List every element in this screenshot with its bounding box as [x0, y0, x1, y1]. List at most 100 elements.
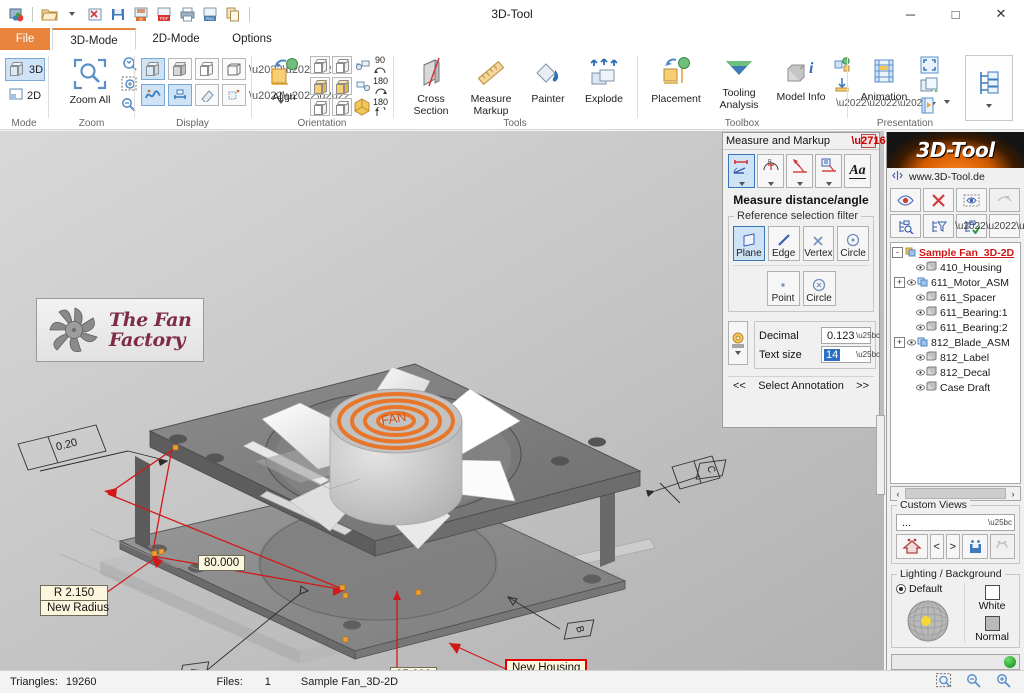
filter-circle-2-button[interactable]: Circle	[802, 271, 836, 306]
custom-views-combo[interactable]: ... \u25bc	[896, 514, 1015, 531]
scroll-right-icon[interactable]: ›	[1006, 489, 1020, 499]
view-top-button[interactable]	[310, 98, 330, 116]
tree-row-611-spacer[interactable]: 611_Spacer	[892, 290, 1019, 305]
camera-front-button[interactable]	[355, 58, 371, 75]
tree-filter-button[interactable]	[923, 214, 954, 238]
save-view-button[interactable]	[961, 534, 989, 559]
align-button[interactable]: Align	[260, 57, 308, 104]
snapshot-button[interactable]	[920, 77, 939, 97]
section-display-button[interactable]	[222, 84, 246, 106]
smooth-edges-button[interactable]	[141, 84, 165, 106]
prev-annotation-button[interactable]: <<	[733, 380, 746, 392]
tree-row-611-motor-asm[interactable]: + 611_Motor_ASM	[892, 275, 1019, 290]
tree-expander-root[interactable]: -	[892, 247, 903, 258]
view-isometric-button[interactable]	[353, 98, 371, 119]
visibility-dot-icon-8[interactable]	[916, 368, 925, 377]
home-view-button[interactable]	[896, 534, 928, 559]
video-button[interactable]	[920, 97, 935, 117]
model-structure-tree[interactable]: - Sample Fan_3D-2D 410_Housing + 611_Mot…	[890, 242, 1021, 484]
app-icon[interactable]	[6, 4, 26, 24]
filter-point-button[interactable]: Point	[766, 271, 800, 306]
display-shaded-button[interactable]	[141, 58, 165, 80]
annotation-settings-button[interactable]	[728, 321, 748, 365]
filter-vertex-button[interactable]: Vertex	[802, 226, 835, 261]
print-icon[interactable]	[177, 4, 197, 24]
measure-radius-button[interactable]: R	[757, 154, 784, 188]
collapse-sidebar-icon[interactable]	[892, 170, 903, 184]
tree-row-root[interactable]: - Sample Fan_3D-2D	[892, 245, 1019, 260]
textsize-combo[interactable]: 14 \u25bc	[821, 346, 880, 363]
show-hide-button[interactable]	[890, 188, 921, 212]
structure-tree-toggle-button[interactable]	[965, 55, 1013, 121]
white-background-option[interactable]: White	[979, 585, 1005, 612]
export-png-icon[interactable]: PNG	[200, 4, 220, 24]
normal-background-option[interactable]: Normal	[975, 616, 1009, 643]
display-wireframe-button[interactable]	[222, 58, 246, 80]
visibility-dot-icon-9[interactable]	[916, 383, 925, 392]
tree-row-case-draft[interactable]: Case Draft	[892, 380, 1019, 395]
view-front-button[interactable]	[310, 56, 330, 74]
transparency-button[interactable]	[195, 84, 219, 106]
zoom-in-icon[interactable]	[996, 673, 1012, 691]
view-back-button[interactable]	[332, 56, 352, 74]
tab-2d-mode[interactable]: 2D-Mode	[136, 28, 216, 50]
mode-3d-button[interactable]: 3D	[5, 58, 45, 81]
explode-button[interactable]: Explode	[576, 57, 632, 106]
decimal-combo[interactable]: 0.123 \u25bc	[821, 327, 880, 344]
note-dropdown-icon[interactable]	[825, 182, 832, 186]
scroll-left-icon[interactable]: ‹	[891, 489, 905, 499]
tree-row-812-blade-asm[interactable]: + 812_Blade_ASM	[892, 335, 1019, 350]
note-markup-button[interactable]	[815, 154, 842, 188]
visibility-dot-icon-3[interactable]	[916, 293, 925, 302]
mode-2d-button[interactable]: 2D	[5, 84, 45, 107]
open-icon[interactable]	[39, 4, 59, 24]
visibility-dot-icon-7[interactable]	[916, 353, 925, 362]
filter-circle-button[interactable]: Circle	[837, 226, 869, 261]
painter-button[interactable]: Painter	[520, 57, 576, 106]
filter-plane-button[interactable]: Plane	[733, 226, 765, 261]
next-view-button[interactable]: >	[945, 534, 960, 559]
measure-markup-button[interactable]: Measure Markup	[462, 57, 520, 117]
tab-3d-mode[interactable]: 3D-Mode	[52, 28, 136, 50]
tree-more-button[interactable]: \u2022\u2022\u2022	[955, 214, 1024, 238]
distance-dropdown-icon[interactable]	[738, 182, 745, 186]
visibility-dot-icon-6[interactable]	[907, 338, 916, 347]
show-dimensions-button[interactable]	[168, 84, 192, 106]
visibility-dot-icon[interactable]	[916, 263, 925, 272]
placement-button[interactable]: Placement	[644, 57, 708, 106]
prev-view-button[interactable]: <	[929, 534, 944, 559]
tree-expander-motor[interactable]: +	[894, 277, 905, 288]
rotate-180-button[interactable]: 180	[373, 76, 388, 98]
panel-vertical-scrollbar[interactable]	[876, 415, 885, 495]
save-icon[interactable]	[108, 4, 128, 24]
copy-icon[interactable]	[223, 4, 243, 24]
display-shaded-edges-button[interactable]	[168, 58, 192, 80]
arrow-dropdown-icon[interactable]	[796, 182, 803, 186]
tree-row-611-bearing-1[interactable]: 611_Bearing:1	[892, 305, 1019, 320]
display-hidden-line-button[interactable]	[195, 58, 219, 80]
text-markup-button[interactable]: Aa	[844, 154, 871, 188]
scroll-thumb[interactable]	[905, 488, 1006, 499]
next-annotation-button[interactable]: >>	[856, 380, 869, 392]
model-info-button[interactable]: i Model Info	[770, 57, 832, 104]
cross-section-button[interactable]: Cross Section	[402, 57, 460, 117]
camera-back-button[interactable]	[355, 79, 371, 96]
measure-distance-angle-button[interactable]	[728, 154, 755, 188]
default-lighting-radio[interactable]: Default	[896, 583, 960, 595]
fullscreen-button[interactable]	[920, 56, 939, 77]
isolate-button[interactable]	[956, 188, 987, 212]
delete-button[interactable]	[923, 188, 954, 212]
radius-dropdown-icon[interactable]	[767, 182, 774, 186]
new-housing-markup-label[interactable]: New Housing	[505, 659, 588, 670]
rotate-180-vertical-button[interactable]: 180	[373, 97, 388, 119]
export-pdf-icon[interactable]: PDF	[154, 4, 174, 24]
export-3d-icon[interactable]: 3D	[131, 4, 151, 24]
brand-url[interactable]: www.3D-Tool.de	[909, 171, 985, 183]
radius-note-label[interactable]: R 2.150 New Radius	[40, 585, 109, 616]
arrow-markup-button[interactable]	[786, 154, 813, 188]
rotate-90-button[interactable]: 90	[373, 55, 387, 77]
align-dropdown-icon[interactable]	[278, 100, 284, 104]
tab-file[interactable]: File	[0, 28, 50, 50]
maximize-button[interactable]: □	[933, 0, 978, 28]
minimize-button[interactable]: ─	[888, 0, 933, 28]
